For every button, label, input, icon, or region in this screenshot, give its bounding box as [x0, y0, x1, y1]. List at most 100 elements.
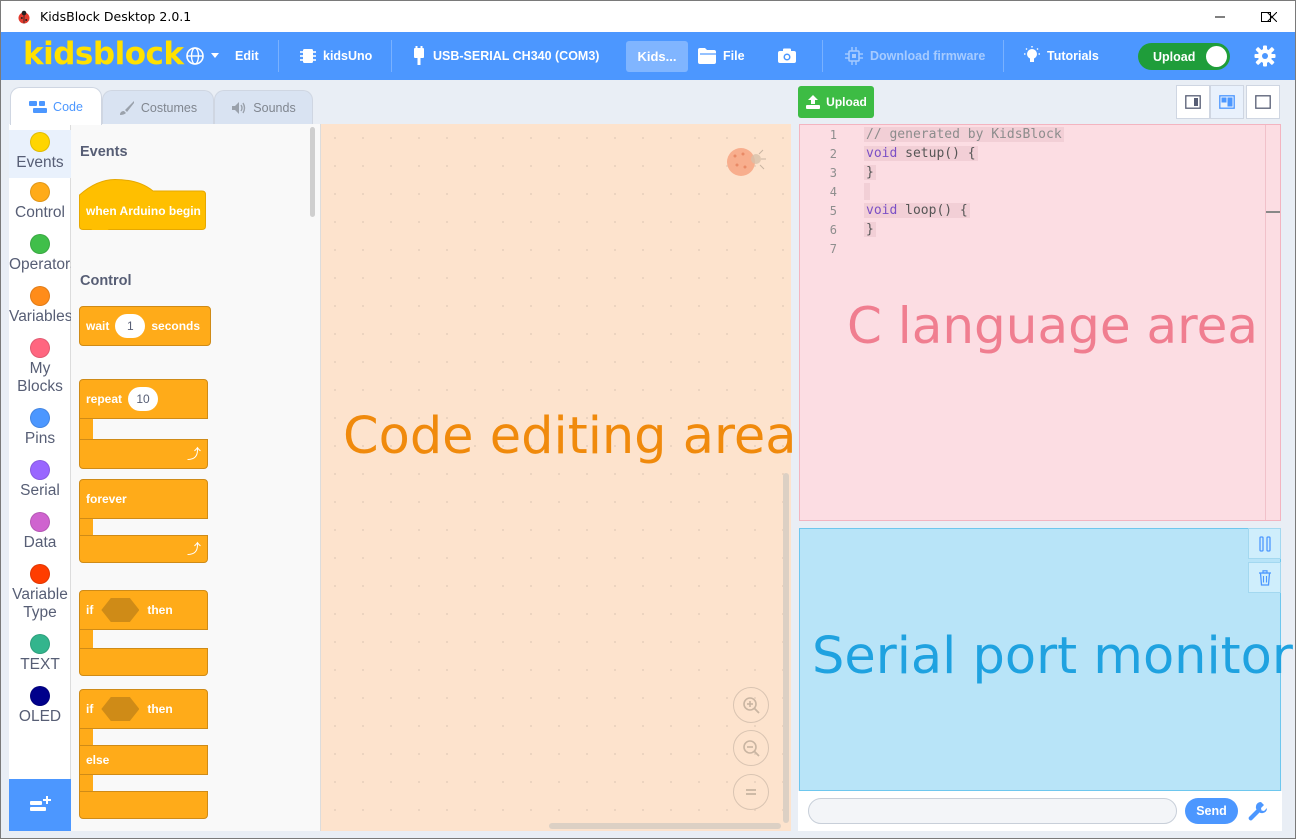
upload-code-button[interactable]: Upload [798, 86, 874, 118]
code-line: 5 void loop() { [809, 201, 1269, 220]
events-heading: Events [80, 144, 128, 160]
code-text: // generated by KidsBlock [864, 127, 1064, 142]
serial-port-monitor-label: Serial port monitor [812, 627, 1293, 686]
repeat-input[interactable]: 10 [128, 387, 159, 411]
pause-icon [1258, 535, 1271, 552]
category-control[interactable]: Control [9, 182, 71, 222]
settings-button[interactable] [1254, 32, 1282, 80]
pins-color-dot [30, 408, 50, 428]
upload-icon [806, 95, 821, 109]
file-menu[interactable]: File [697, 32, 745, 80]
palette-scrollbar[interactable] [310, 127, 315, 217]
if-else-block-top: if then [79, 689, 208, 729]
condition-slot[interactable] [101, 697, 140, 721]
download-firmware-button[interactable]: Download firmware [844, 32, 985, 80]
upload-mode-toggle[interactable]: Upload [1138, 43, 1230, 70]
variable-type-color-dot [30, 564, 50, 584]
code-icon [29, 100, 48, 113]
forever-label: forever [86, 492, 127, 506]
line-number: 1 [829, 127, 837, 142]
repeat-block[interactable]: repeat 10 ⤴ [79, 379, 208, 469]
then-label: then [147, 603, 173, 617]
close-icon[interactable] [1249, 1, 1295, 32]
upload-toggle-label: Upload [1153, 49, 1196, 64]
category-label: OLED [18, 708, 62, 725]
kidsblock-logo[interactable]: kidsblock [23, 36, 184, 72]
zoom-out-icon[interactable] [733, 730, 769, 766]
category-serial[interactable]: Serial [9, 460, 71, 500]
tutorials-button[interactable]: Tutorials [1023, 32, 1099, 80]
serial-settings-button[interactable] [1246, 799, 1270, 823]
when-begin-label: when Arduino begin [86, 204, 201, 218]
add-extension-button[interactable] [9, 779, 71, 831]
line-number: 2 [829, 146, 837, 161]
wait-input[interactable]: 1 [115, 314, 146, 338]
if-then-else-block[interactable]: if then else [79, 689, 208, 819]
send-button[interactable]: Send [1185, 798, 1238, 824]
upload-code-label: Upload [826, 95, 867, 109]
condition-slot[interactable] [101, 598, 140, 622]
code-line: 7 [809, 239, 1269, 258]
oled-color-dot [30, 686, 50, 706]
forever-block-bottom: ⤴ [79, 535, 208, 563]
tab-sounds[interactable]: Sounds [214, 90, 313, 125]
serial-port-menu[interactable]: USB-SERIAL CH340 (COM3) [411, 32, 599, 80]
code-text: void loop() { [864, 203, 970, 218]
camera-icon [778, 48, 796, 63]
layout-full-button[interactable] [1246, 85, 1280, 119]
tab-costumes[interactable]: Costumes [102, 90, 214, 125]
edit-menu[interactable]: Edit [235, 32, 259, 80]
code-editing-area-label: Code editing area [343, 407, 797, 466]
device-label: kidsUno [323, 49, 373, 63]
pause-serial-button[interactable] [1248, 528, 1281, 559]
forever-block[interactable]: forever ⤴ [79, 479, 208, 563]
workspace-vertical-scrollbar[interactable] [783, 473, 789, 823]
category-label: Variable Type [12, 586, 68, 621]
code-keyword: void [866, 146, 898, 161]
line-number: 7 [829, 241, 837, 256]
category-variable-type[interactable]: Variable Type [9, 564, 71, 622]
code-text: void setup() { [864, 146, 978, 161]
category-pins[interactable]: Pins [9, 408, 71, 448]
layout-split-icon [1219, 95, 1235, 109]
workspace-horizontal-scrollbar[interactable] [549, 823, 781, 829]
category-my-blocks[interactable]: My Blocks [9, 338, 71, 396]
clear-serial-button[interactable] [1248, 562, 1281, 593]
layout-split-button[interactable] [1210, 85, 1244, 119]
repeat-block-bottom: ⤴ [79, 439, 208, 469]
if-arm [79, 630, 93, 650]
if-else-block-bottom [79, 791, 208, 819]
else-section: else [79, 745, 208, 775]
device-menu[interactable]: kidsUno [299, 32, 372, 80]
category-operators[interactable]: Operators [9, 234, 71, 274]
repeat-label: repeat [86, 392, 123, 406]
tutorials-label: Tutorials [1047, 49, 1099, 63]
usb-plug-icon [414, 46, 424, 65]
caret-down-icon [211, 53, 219, 58]
layout-small-stage-button[interactable] [1176, 85, 1210, 119]
wait-seconds-block[interactable]: wait 1 seconds [79, 306, 211, 346]
brush-icon [119, 101, 134, 115]
category-label: TEXT [20, 656, 60, 673]
serial-port-label: USB-SERIAL CH340 (COM3) [433, 49, 600, 63]
zoom-reset-icon[interactable] [733, 774, 769, 810]
category-oled[interactable]: OLED [9, 686, 71, 726]
c-language-area-label: C language area [847, 297, 1258, 355]
tab-code[interactable]: Code [10, 87, 102, 125]
category-label: My Blocks [17, 360, 63, 395]
category-text[interactable]: TEXT [9, 634, 71, 674]
project-title-button[interactable]: Kids... [626, 41, 688, 72]
zoom-in-icon[interactable] [733, 687, 769, 723]
if-label: if [86, 702, 94, 716]
serial-send-input[interactable] [808, 798, 1177, 824]
line-number: 4 [829, 184, 837, 199]
category-menu: Events Control Operators Variables My Bl… [9, 124, 71, 779]
language-menu[interactable] [185, 32, 225, 80]
code-text: } [864, 165, 876, 180]
category-data[interactable]: Data [9, 512, 71, 552]
screenshot-button[interactable] [777, 32, 803, 80]
category-variables[interactable]: Variables [9, 286, 71, 326]
code-workspace[interactable] [321, 124, 791, 831]
if-then-block[interactable]: if then [79, 590, 208, 678]
category-events[interactable]: Events [9, 130, 71, 178]
